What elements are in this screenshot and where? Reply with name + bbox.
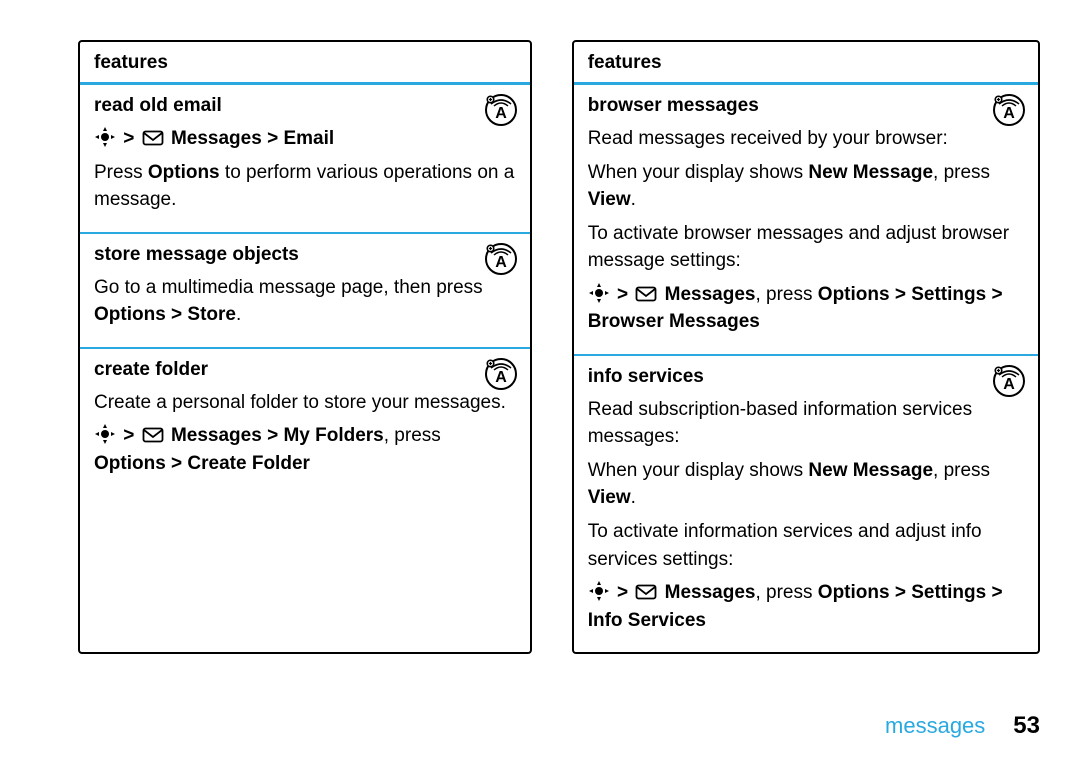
svg-text:A: A: [495, 105, 507, 122]
panel-header: features: [574, 42, 1038, 85]
t: .: [631, 189, 636, 210]
nav-path: > Messages, press Options > Settings > B…: [588, 281, 1024, 336]
svg-text:A: A: [495, 369, 507, 386]
svg-text:A: A: [1003, 376, 1015, 393]
body-text: Go to a multimedia message page, then pr…: [94, 274, 516, 329]
section-create-folder: A create folder Create a personal folder…: [80, 349, 530, 496]
t: View: [588, 487, 631, 508]
section-browser-messages: A browser messages Read messages receive…: [574, 85, 1038, 356]
t: Options: [148, 162, 220, 183]
t: , press: [933, 460, 990, 481]
section-title: info services: [588, 366, 1024, 388]
network-icon: A: [992, 364, 1026, 398]
t: When your display shows: [588, 460, 809, 481]
envelope-icon: [635, 286, 657, 304]
section-info-services: A info services Read subscription-based …: [574, 356, 1038, 652]
t: Options > Create Folder: [94, 453, 310, 474]
svg-text:A: A: [1003, 105, 1015, 122]
gt: >: [123, 425, 134, 446]
t: , press: [933, 162, 990, 183]
body-text: Read messages received by your browser:: [588, 125, 1024, 153]
nav-key-icon: [588, 580, 610, 602]
nav-key-icon: [588, 282, 610, 304]
gt: >: [123, 128, 134, 149]
section-store-message-objects: A store message objects Go to a multimed…: [80, 234, 530, 349]
path-text: Messages > Email: [171, 128, 334, 149]
t: Go to a multimedia message page, then pr…: [94, 277, 483, 298]
nav-path: > Messages > My Folders, press Options >…: [94, 422, 516, 477]
t: Press: [94, 162, 148, 183]
svg-text:A: A: [495, 254, 507, 271]
body-text: Read subscription-based information serv…: [588, 396, 1024, 451]
section-title: store message objects: [94, 244, 516, 266]
t: Messages > My Folders: [171, 425, 384, 446]
body-text: When your display shows New Message, pre…: [588, 159, 1024, 214]
page-number: 53: [1013, 712, 1040, 739]
t: New Message: [808, 460, 933, 481]
gt: >: [617, 582, 628, 603]
body-text: To activate information services and adj…: [588, 518, 1024, 573]
gt: >: [617, 284, 628, 305]
t: New Message: [808, 162, 933, 183]
section-title: read old email: [94, 95, 516, 117]
left-features-panel: features A read old email > Messages > E…: [78, 40, 532, 654]
t: .: [631, 487, 636, 508]
t: Messages: [665, 582, 756, 603]
nav-path: > Messages, press Options > Settings > I…: [588, 579, 1024, 634]
network-icon: A: [992, 93, 1026, 127]
t: When your display shows: [588, 162, 809, 183]
network-icon: A: [484, 357, 518, 391]
t: .: [236, 304, 241, 325]
page-footer: messages 53: [885, 712, 1040, 740]
section-title: browser messages: [588, 95, 1024, 117]
network-icon: A: [484, 93, 518, 127]
body-text: To activate browser messages and adjust …: [588, 220, 1024, 275]
right-features-panel: features A browser messages Read message…: [572, 40, 1040, 654]
t: Options > Store: [94, 304, 236, 325]
t: View: [588, 189, 631, 210]
footer-section-label: messages: [885, 713, 985, 738]
body-text: Create a personal folder to store your m…: [94, 389, 516, 417]
nav-key-icon: [94, 126, 116, 148]
manual-page: features A read old email > Messages > E…: [0, 0, 1080, 766]
envelope-icon: [635, 584, 657, 602]
two-columns: features A read old email > Messages > E…: [0, 0, 1080, 654]
envelope-icon: [142, 427, 164, 445]
t: Messages: [665, 284, 756, 305]
section-read-old-email: A read old email > Messages > Email Pres…: [80, 85, 530, 234]
network-icon: A: [484, 242, 518, 276]
t: , press: [755, 582, 817, 603]
body-text: Press Options to perform various operati…: [94, 159, 516, 214]
t: , press: [755, 284, 817, 305]
nav-key-icon: [94, 423, 116, 445]
body-text: When your display shows New Message, pre…: [588, 457, 1024, 512]
section-title: create folder: [94, 359, 516, 381]
envelope-icon: [142, 130, 164, 148]
nav-path: > Messages > Email: [94, 125, 516, 153]
t: , press: [384, 425, 441, 446]
panel-header: features: [80, 42, 530, 85]
